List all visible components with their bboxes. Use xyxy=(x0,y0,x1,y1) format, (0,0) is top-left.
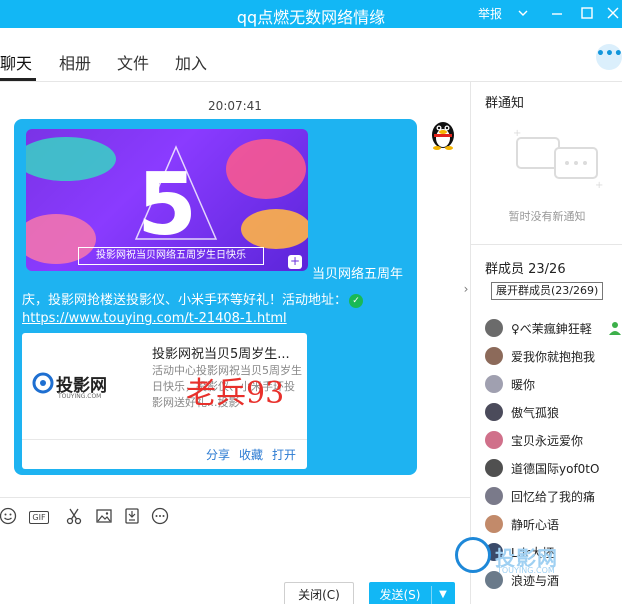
member-avatar[interactable] xyxy=(485,347,503,365)
message-text-line1: 当贝网络五周年 xyxy=(312,267,404,282)
save-icon[interactable] xyxy=(122,506,142,526)
member-avatar[interactable] xyxy=(485,459,503,477)
member-name: 宝贝永远爱你 xyxy=(511,434,584,448)
chevron-down-icon[interactable] xyxy=(514,4,532,22)
member-avatar[interactable] xyxy=(485,431,503,449)
panel-divider xyxy=(471,244,622,245)
favorite-button[interactable]: 收藏 xyxy=(239,446,263,463)
user-icon xyxy=(607,320,622,336)
image-icon[interactable] xyxy=(94,506,114,526)
member-name: 爱我你就抱抱我 xyxy=(511,350,596,364)
plus-icon[interactable]: + xyxy=(288,255,302,269)
member-item[interactable]: 傲气孤狼 xyxy=(485,402,622,422)
more-options-button[interactable]: ••• xyxy=(596,44,622,70)
member-avatar[interactable] xyxy=(485,515,503,533)
close-icon[interactable] xyxy=(604,4,622,22)
notice-empty-text: 暂时没有新通知 xyxy=(508,210,586,223)
member-avatar[interactable] xyxy=(485,375,503,393)
title-bar: qq点燃无数网络情缘 举报 xyxy=(0,0,622,28)
message-timestamp: 20:07:41 xyxy=(208,99,262,113)
member-avatar[interactable] xyxy=(485,403,503,421)
gif-label: GIF xyxy=(29,511,49,524)
active-tab-indicator xyxy=(0,78,36,81)
chevron-down-icon[interactable]: ▼ xyxy=(435,582,451,604)
site-logo-sub: TOUYING.COM xyxy=(497,566,555,575)
scissors-icon[interactable] xyxy=(64,506,84,526)
send-button-label: 发送(S) xyxy=(379,588,421,602)
group-side-panel: 群通知 + + 暂时没有新通知 群成员 23/26 › 展开群成员(23/269… xyxy=(455,82,622,604)
members-title: 群成员 23/26 xyxy=(485,262,566,277)
member-item[interactable]: 静听心语 xyxy=(485,514,622,534)
member-name: 回忆给了我的痛 xyxy=(511,490,596,504)
tab-album[interactable]: 相册 xyxy=(59,50,91,74)
card-title: 投影网祝当贝5周岁生... xyxy=(152,347,290,362)
member-item[interactable]: 爱我你就抱抱我 xyxy=(485,346,622,366)
member-avatar[interactable] xyxy=(485,487,503,505)
activity-link[interactable]: https://www.touying.com/t-21408-1.html xyxy=(22,311,287,326)
input-toolbar: GIF xyxy=(0,497,470,535)
gif-icon[interactable]: GIF xyxy=(27,506,51,526)
more-icon[interactable] xyxy=(150,506,170,526)
svg-text:+: + xyxy=(513,128,521,139)
member-item[interactable]: 宝贝永远爱你 xyxy=(485,430,622,450)
member-name: 静听心语 xyxy=(511,518,560,532)
member-item[interactable]: 暖你 xyxy=(485,374,622,394)
send-button[interactable]: 发送(S) ▼ xyxy=(369,582,455,604)
verified-icon: ✓ xyxy=(349,293,364,308)
message-bubble[interactable]: 5 投影网祝当贝网络五周岁生日快乐 + 当贝网络五周年 庆，投影网抢楼送投影仪、… xyxy=(14,119,417,475)
emoji-icon[interactable] xyxy=(0,506,18,526)
message-text-line2-text: 庆，投影网抢楼送投影仪、小米手环等好礼！活动地址： xyxy=(22,293,348,308)
member-item[interactable]: 道德国际yof0tO xyxy=(485,458,622,478)
touying-logo: 投影网 TOUYING.COM xyxy=(32,369,132,405)
banner-caption: 投影网祝当贝网络五周岁生日快乐 xyxy=(78,247,264,265)
card-logo-sub: TOUYING.COM xyxy=(58,393,102,400)
member-name: 道德国际yof0tO xyxy=(511,462,600,476)
member-item[interactable]: ♀べ茉瘋鉮狂軽 xyxy=(485,318,622,338)
share-button[interactable]: 分享 xyxy=(206,446,230,463)
svg-text:5: 5 xyxy=(137,155,197,255)
tab-chat[interactable]: 聊天 xyxy=(0,50,32,74)
report-link[interactable]: 举报 xyxy=(478,5,502,22)
member-item[interactable]: 回忆给了我的痛 xyxy=(485,486,622,506)
banner-image[interactable]: 5 投影网祝当贝网络五周岁生日快乐 + xyxy=(26,129,308,271)
message-input[interactable] xyxy=(0,535,470,580)
svg-text:+: + xyxy=(595,180,603,191)
message-text-line2: 庆，投影网抢楼送投影仪、小米手环等好礼！活动地址： ✓ xyxy=(22,289,364,308)
tab-join[interactable]: 加入 xyxy=(175,50,207,74)
tab-bar: 聊天 相册 文件 加入 ••• xyxy=(0,28,622,82)
chat-area: 20:07:41 5 投影网祝当贝网络五周岁生日快乐 + 当贝网络五周年 庆，投… xyxy=(0,82,470,496)
open-button[interactable]: 打开 xyxy=(272,446,296,463)
member-avatar[interactable] xyxy=(485,319,503,337)
close-button[interactable]: 关闭(C) xyxy=(284,582,354,604)
tab-files[interactable]: 文件 xyxy=(117,50,149,74)
send-button-separator xyxy=(431,586,432,604)
watermark-text: 老兵93 xyxy=(186,376,285,411)
site-logo-icon xyxy=(455,537,491,573)
penguin-avatar-icon[interactable] xyxy=(428,118,458,150)
maximize-icon[interactable] xyxy=(578,4,596,22)
member-name: 傲气孤狼 xyxy=(511,406,560,420)
notice-title: 群通知 xyxy=(485,96,525,111)
expand-members-tooltip: 展开群成员(23/269) xyxy=(491,282,604,300)
card-divider xyxy=(22,439,307,440)
member-name: ♀べ茉瘋鉮狂軽 xyxy=(511,322,592,336)
member-name: 暖你 xyxy=(511,378,536,392)
empty-notice-icon: + + xyxy=(509,128,605,192)
minimize-icon[interactable] xyxy=(548,4,566,22)
chevron-right-icon[interactable]: › xyxy=(459,276,473,302)
